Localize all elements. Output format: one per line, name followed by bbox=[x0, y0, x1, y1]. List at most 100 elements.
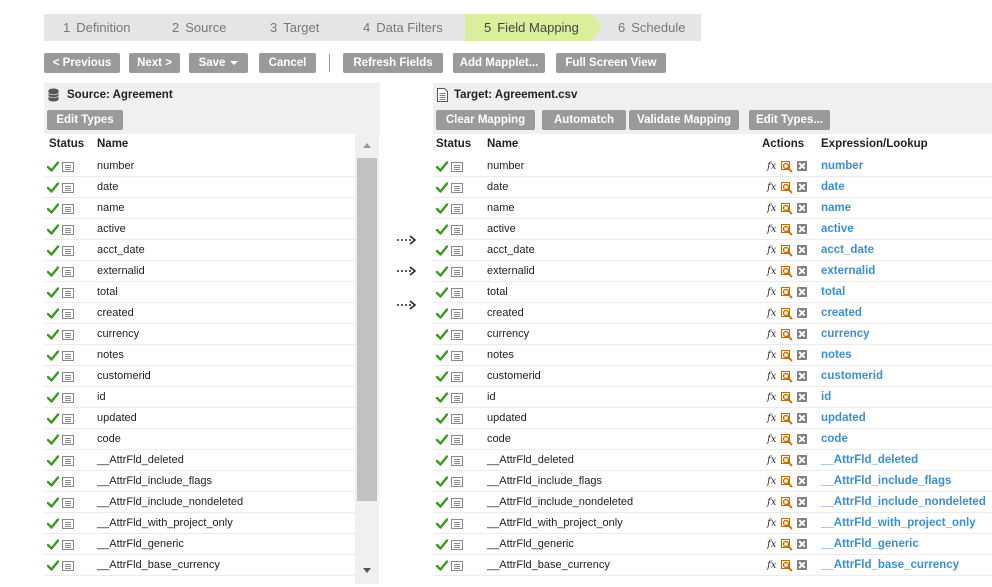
lookup-icon[interactable] bbox=[781, 371, 793, 383]
expression-fx-icon[interactable]: fx bbox=[767, 492, 776, 513]
note-icon[interactable] bbox=[62, 393, 74, 403]
expression-fx-icon[interactable]: fx bbox=[767, 471, 776, 492]
expression-link[interactable]: date bbox=[821, 177, 845, 198]
delete-icon[interactable] bbox=[797, 518, 807, 528]
note-icon[interactable] bbox=[451, 456, 463, 466]
source-field-row[interactable]: __AttrFld_include_flags bbox=[44, 471, 355, 492]
expression-fx-icon[interactable]: fx bbox=[767, 324, 776, 345]
source-field-row[interactable]: code bbox=[44, 429, 355, 450]
target-field-row[interactable]: acct_date fx acct_date bbox=[433, 240, 992, 261]
note-icon[interactable] bbox=[451, 435, 463, 445]
source-field-row[interactable]: active bbox=[44, 219, 355, 240]
note-icon[interactable] bbox=[451, 540, 463, 550]
save-button[interactable]: Save bbox=[189, 53, 248, 73]
delete-icon[interactable] bbox=[797, 392, 807, 402]
source-field-row[interactable]: customerid bbox=[44, 366, 355, 387]
expression-link[interactable]: __AttrFld_include_nondeleted bbox=[821, 492, 986, 513]
lookup-icon[interactable] bbox=[781, 308, 793, 320]
lookup-icon[interactable] bbox=[781, 476, 793, 488]
lookup-icon[interactable] bbox=[781, 497, 793, 509]
lookup-icon[interactable] bbox=[781, 413, 793, 425]
delete-icon[interactable] bbox=[797, 350, 807, 360]
note-icon[interactable] bbox=[62, 246, 74, 256]
target-field-row[interactable]: active fx active bbox=[433, 219, 992, 240]
note-icon[interactable] bbox=[451, 393, 463, 403]
target-field-row[interactable]: __AttrFld_deleted fx __AttrFld_deleted bbox=[433, 450, 992, 471]
next-button[interactable]: Next > bbox=[129, 53, 180, 73]
expression-fx-icon[interactable]: fx bbox=[767, 387, 776, 408]
source-field-row[interactable]: name bbox=[44, 198, 355, 219]
source-field-row[interactable]: __AttrFld_generic bbox=[44, 534, 355, 555]
automatch-button[interactable]: Automatch bbox=[542, 110, 626, 130]
expression-link[interactable]: id bbox=[821, 387, 831, 408]
source-field-row[interactable]: id bbox=[44, 387, 355, 408]
expression-link[interactable]: code bbox=[821, 429, 848, 450]
target-field-row[interactable]: __AttrFld_include_nondeleted fx __AttrFld_… bbox=[433, 492, 992, 513]
note-icon[interactable] bbox=[62, 351, 74, 361]
expression-fx-icon[interactable]: fx bbox=[767, 513, 776, 534]
step-target[interactable]: 3 Target bbox=[240, 14, 333, 41]
expression-link[interactable]: __AttrFld_generic bbox=[821, 534, 919, 555]
lookup-icon[interactable] bbox=[781, 560, 793, 572]
note-icon[interactable] bbox=[451, 414, 463, 424]
target-field-row[interactable]: __AttrFld_base_currency fx __AttrFld_base_… bbox=[433, 555, 992, 576]
expression-fx-icon[interactable]: fx bbox=[767, 366, 776, 387]
source-field-row[interactable]: __AttrFld_include_nondeleted bbox=[44, 492, 355, 513]
source-field-row[interactable]: notes bbox=[44, 345, 355, 366]
target-field-row[interactable]: date fx date bbox=[433, 177, 992, 198]
source-scrollbar[interactable] bbox=[355, 134, 379, 584]
delete-icon[interactable] bbox=[797, 329, 807, 339]
expression-link[interactable]: active bbox=[821, 219, 854, 240]
note-icon[interactable] bbox=[451, 288, 463, 298]
note-icon[interactable] bbox=[451, 267, 463, 277]
expression-fx-icon[interactable]: fx bbox=[767, 156, 776, 177]
lookup-icon[interactable] bbox=[781, 518, 793, 530]
expression-fx-icon[interactable]: fx bbox=[767, 345, 776, 366]
source-field-row[interactable]: __AttrFld_deleted bbox=[44, 450, 355, 471]
target-field-row[interactable]: __AttrFld_with_project_only fx __AttrFld_w… bbox=[433, 513, 992, 534]
target-field-row[interactable]: customerid fx customerid bbox=[433, 366, 992, 387]
delete-icon[interactable] bbox=[797, 203, 807, 213]
note-icon[interactable] bbox=[62, 204, 74, 214]
full-screen-view-button[interactable]: Full Screen View bbox=[556, 53, 666, 73]
note-icon[interactable] bbox=[451, 519, 463, 529]
source-field-row[interactable]: number bbox=[44, 156, 355, 177]
step-schedule[interactable]: 6 Schedule bbox=[592, 14, 701, 41]
target-field-row[interactable]: __AttrFld_include_flags fx __AttrFld_inclu… bbox=[433, 471, 992, 492]
lookup-icon[interactable] bbox=[781, 182, 793, 194]
target-field-row[interactable]: number fx number bbox=[433, 156, 992, 177]
note-icon[interactable] bbox=[62, 498, 74, 508]
source-field-row[interactable]: currency bbox=[44, 324, 355, 345]
lookup-icon[interactable] bbox=[781, 161, 793, 173]
expression-link[interactable]: __AttrFld_with_project_only bbox=[821, 513, 976, 534]
note-icon[interactable] bbox=[451, 246, 463, 256]
delete-icon[interactable] bbox=[797, 308, 807, 318]
delete-icon[interactable] bbox=[797, 224, 807, 234]
expression-fx-icon[interactable]: fx bbox=[767, 240, 776, 261]
note-icon[interactable] bbox=[62, 414, 74, 424]
note-icon[interactable] bbox=[62, 456, 74, 466]
expression-link[interactable]: __AttrFld_include_flags bbox=[821, 471, 951, 492]
note-icon[interactable] bbox=[62, 267, 74, 277]
source-edit-types-button[interactable]: Edit Types bbox=[47, 110, 123, 130]
expression-link[interactable]: notes bbox=[821, 345, 852, 366]
note-icon[interactable] bbox=[451, 477, 463, 487]
expression-link[interactable]: updated bbox=[821, 408, 866, 429]
note-icon[interactable] bbox=[62, 225, 74, 235]
expression-link[interactable]: __AttrFld_base_currency bbox=[821, 555, 959, 576]
add-mapplet-button[interactable]: Add Mapplet... bbox=[453, 53, 545, 73]
expression-link[interactable]: __AttrFld_deleted bbox=[821, 450, 918, 471]
lookup-icon[interactable] bbox=[781, 392, 793, 404]
target-field-row[interactable]: id fx id bbox=[433, 387, 992, 408]
expression-fx-icon[interactable]: fx bbox=[767, 198, 776, 219]
target-field-row[interactable]: externalid fx externalid bbox=[433, 261, 992, 282]
note-icon[interactable] bbox=[62, 309, 74, 319]
step-field-mapping[interactable]: 5 Field Mapping bbox=[465, 14, 602, 41]
lookup-icon[interactable] bbox=[781, 287, 793, 299]
target-field-row[interactable]: notes fx notes bbox=[433, 345, 992, 366]
source-field-row[interactable]: total bbox=[44, 282, 355, 303]
note-icon[interactable] bbox=[62, 540, 74, 550]
note-icon[interactable] bbox=[62, 372, 74, 382]
delete-icon[interactable] bbox=[797, 539, 807, 549]
source-field-row[interactable]: updated bbox=[44, 408, 355, 429]
